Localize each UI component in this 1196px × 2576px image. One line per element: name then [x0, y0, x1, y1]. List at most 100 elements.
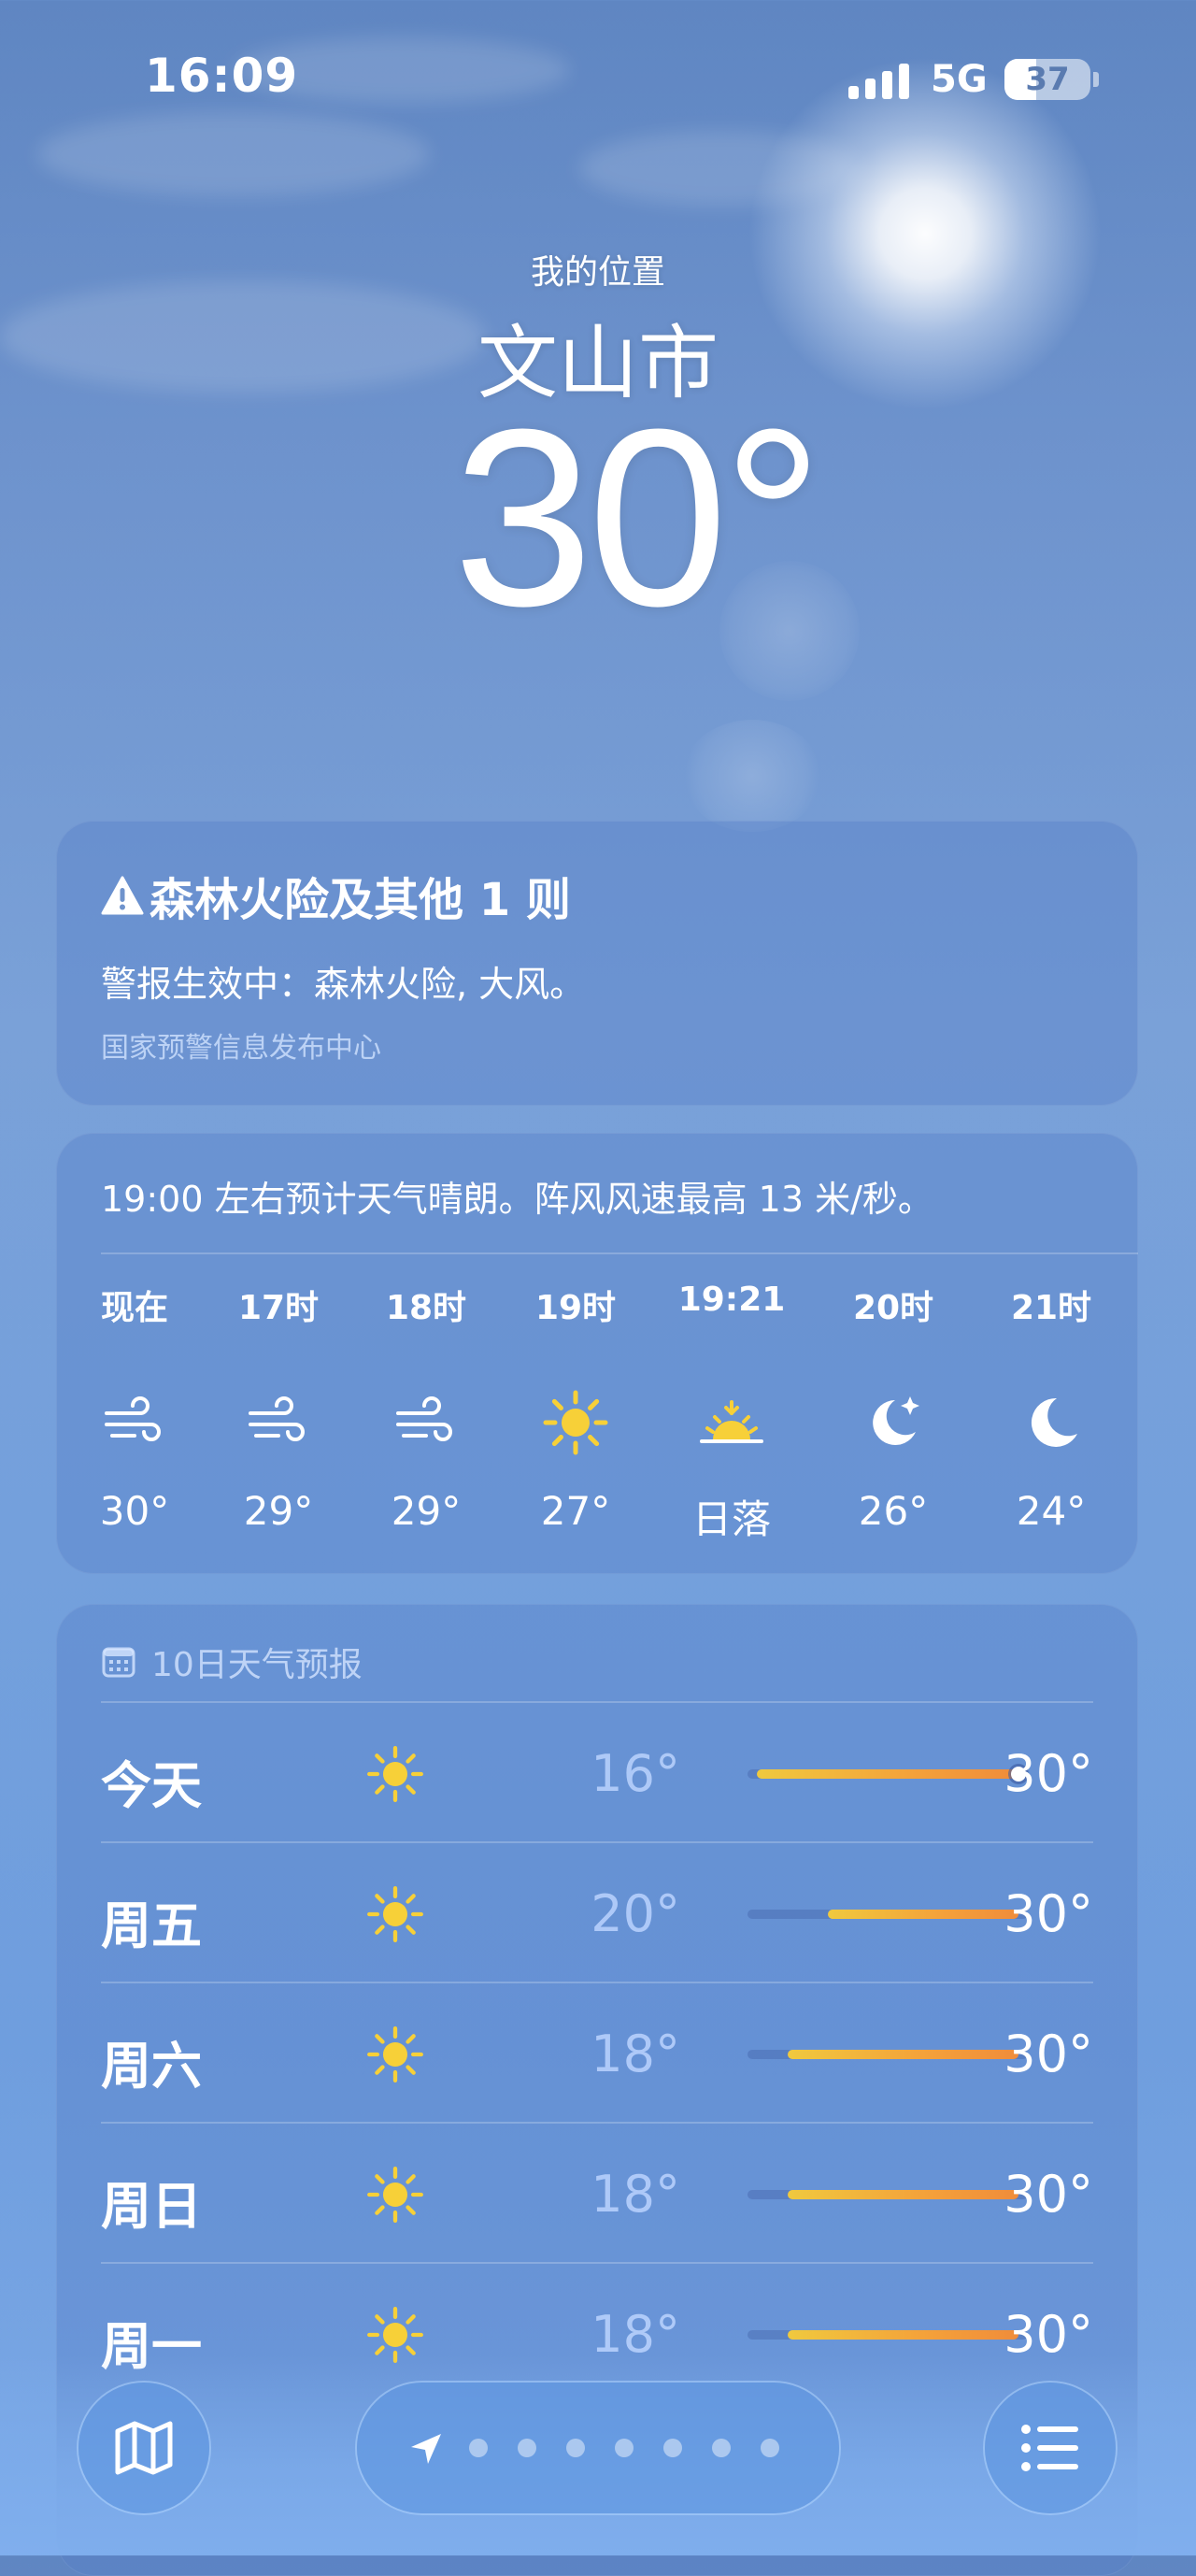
temp-range-bar — [757, 1769, 1018, 1779]
page-dot[interactable] — [566, 2439, 585, 2457]
sun-icon — [367, 1886, 423, 1942]
hourly-item: 19时 27° — [491, 1281, 660, 1561]
hour-temperature: 29° — [243, 1488, 314, 1534]
hourly-item: 18时 29° — [342, 1281, 510, 1561]
day-low-temp: 18° — [591, 2025, 680, 2083]
map-button[interactable] — [78, 2383, 209, 2513]
alert-description: 警报生效中：森林火险, 大风。 — [101, 964, 586, 1005]
day-high-temp: 30° — [1004, 1744, 1093, 1803]
hour-icon-wrap — [858, 1387, 929, 1458]
temp-range-track — [748, 2330, 1028, 2340]
hourly-item: 17时 29° — [194, 1281, 363, 1561]
page-dot[interactable] — [518, 2439, 536, 2457]
moon-stars-icon — [873, 1396, 919, 1445]
daily-row[interactable]: 周日 18° 30° — [101, 2122, 1093, 2264]
moon-icon — [1031, 1397, 1077, 1447]
hour-icon-wrap — [1016, 1387, 1087, 1458]
battery-cap — [1093, 72, 1099, 87]
calendar-icon — [102, 1647, 135, 1678]
day-low-temp: 16° — [591, 1744, 680, 1803]
hourly-forecast-card[interactable]: 19:00 左右预计天气晴朗。阵风风速最高 13 米/秒。 现在 30° 17时 … — [56, 1133, 1138, 1574]
page-dot[interactable] — [761, 2439, 779, 2457]
sun-icon — [367, 2167, 423, 2223]
hour-temperature: 日落 — [691, 1496, 771, 1542]
hour-icon-wrap — [99, 1387, 170, 1458]
sun-icon — [367, 2026, 423, 2082]
battery-percent: 37 — [1025, 61, 1070, 98]
temp-range-bar — [827, 1910, 1018, 1919]
list-icon — [1021, 2425, 1078, 2471]
ten-day-title: 10日天气预报 — [151, 1646, 363, 1684]
page-dot[interactable] — [615, 2439, 634, 2457]
divider — [101, 1252, 1138, 1254]
day-icon-wrap — [364, 2164, 426, 2225]
hourly-summary: 19:00 左右预计天气晴朗。阵风风速最高 13 米/秒。 — [101, 1179, 933, 1220]
location-label: 我的位置 — [530, 253, 665, 292]
daily-row[interactable]: 周六 18° 30° — [101, 1982, 1093, 2124]
hour-label: 19时 — [534, 1289, 617, 1327]
hour-label: 17时 — [237, 1289, 320, 1327]
wind-icon — [396, 1396, 452, 1441]
day-name: 周六 — [101, 2037, 202, 2096]
page-dot[interactable] — [469, 2439, 488, 2457]
day-name: 周日 — [101, 2177, 202, 2236]
hour-label: 20时 — [852, 1289, 934, 1327]
hour-icon-wrap — [391, 1387, 462, 1458]
current-temperature: 30° — [452, 378, 823, 659]
day-name: 今天 — [101, 1756, 202, 1815]
status-time: 16:09 — [145, 49, 299, 103]
city-list-button[interactable] — [985, 2383, 1116, 2513]
day-high-temp: 30° — [1004, 2025, 1093, 2083]
alert-title-row: 森林火险及其他 1 则 — [101, 867, 571, 926]
hourly-item: 19:21 日落 — [648, 1281, 816, 1561]
warning-icon — [101, 876, 144, 915]
day-high-temp: 30° — [1004, 2165, 1093, 2224]
location-arrow-icon — [411, 2434, 441, 2464]
sun-icon — [367, 1746, 423, 1802]
day-low-temp: 18° — [591, 2165, 680, 2224]
map-icon — [115, 2421, 173, 2475]
hour-label: 18时 — [385, 1289, 467, 1327]
hour-temperature: 24° — [1016, 1488, 1087, 1534]
hour-label: 19:21 — [677, 1281, 786, 1319]
hour-icon-wrap — [243, 1387, 314, 1458]
temp-range-track — [748, 1910, 1028, 1919]
temp-range-track — [748, 2050, 1028, 2059]
weather-alert-card[interactable]: 森林火险及其他 1 则 警报生效中：森林火险, 大风。 国家预警信息发布中心 — [56, 821, 1138, 1106]
sun-icon — [543, 1390, 608, 1455]
day-high-temp: 30° — [1004, 1884, 1093, 1943]
wind-icon — [249, 1396, 305, 1441]
hour-temperature: 29° — [391, 1488, 462, 1534]
ten-day-header: 10日天气预报 — [101, 1638, 363, 1686]
hourly-item: 20时 26° — [809, 1281, 977, 1561]
temp-range-bar — [787, 2190, 1018, 2199]
lens-flare — [682, 720, 822, 832]
network-type: 5G — [931, 58, 988, 101]
page-dot[interactable] — [663, 2439, 682, 2457]
hour-icon-wrap — [540, 1387, 611, 1458]
day-icon-wrap — [364, 1743, 426, 1805]
temp-range-bar — [787, 2330, 1018, 2340]
temp-range-bar — [787, 2050, 1018, 2059]
cellular-signal-icon — [848, 62, 912, 99]
hour-icon-wrap — [696, 1387, 767, 1458]
hour-label: 21时 — [1010, 1289, 1092, 1327]
day-icon-wrap — [364, 2024, 426, 2085]
day-icon-wrap — [364, 1883, 426, 1945]
alert-source: 国家预警信息发布中心 — [101, 1032, 381, 1065]
day-name: 周五 — [101, 1896, 202, 1955]
temp-range-track — [748, 2190, 1028, 2199]
status-bar: 16:09 5G 37 — [0, 0, 1196, 159]
page-indicator[interactable] — [357, 2383, 839, 2513]
temp-range-track — [748, 1767, 1028, 1782]
hour-temperature: 26° — [858, 1488, 929, 1534]
wind-icon — [105, 1396, 161, 1441]
alert-title: 森林火险及其他 1 则 — [150, 874, 571, 926]
day-low-temp: 20° — [591, 1884, 680, 1943]
sunset-icon — [700, 1400, 763, 1443]
page-dot[interactable] — [712, 2439, 731, 2457]
daily-row[interactable]: 今天 16° 30° — [101, 1701, 1093, 1843]
battery-icon: 37 — [1004, 59, 1090, 100]
daily-row[interactable]: 周五 20° 30° — [101, 1841, 1093, 1983]
hourly-item: 21时 24° — [967, 1281, 1135, 1561]
